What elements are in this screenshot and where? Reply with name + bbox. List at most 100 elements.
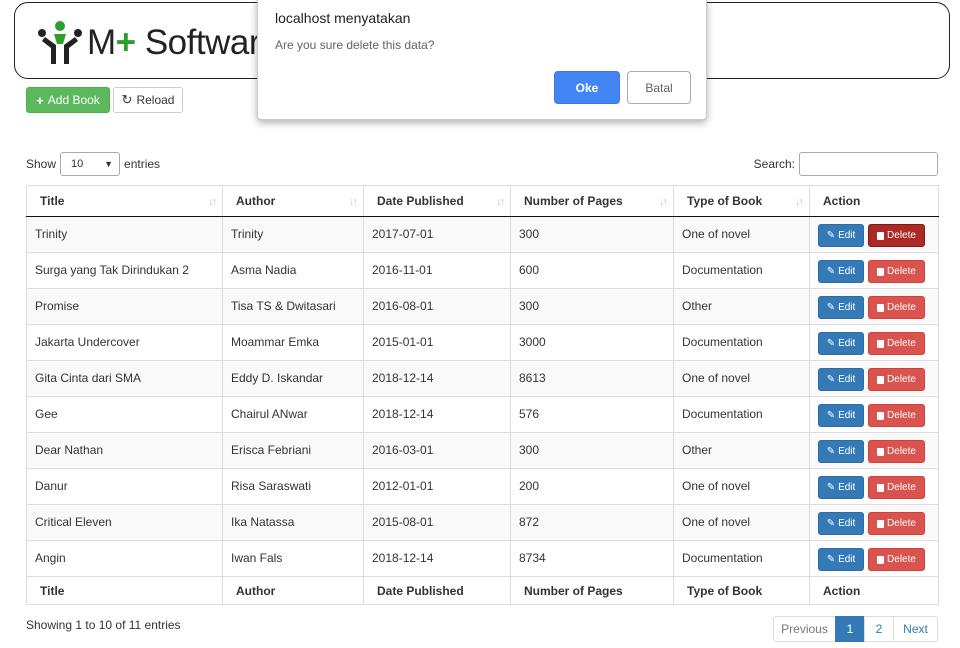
cell-type-of-book: One of novel: [673, 504, 810, 541]
search-input[interactable]: [799, 152, 938, 176]
cell-date-published: 2018-12-14: [363, 396, 511, 433]
cell-title: Danur: [26, 468, 223, 505]
cell-author: Erisca Febriani: [222, 432, 364, 469]
delete-button[interactable]: Delete: [868, 476, 925, 499]
dropdown-arrow-icon: ▼: [104, 159, 114, 169]
col-header-title[interactable]: Title ↓↑: [26, 185, 223, 217]
table-footer-row: Title Author Date Published Number of Pa…: [26, 576, 939, 605]
reload-label: Reload: [136, 93, 175, 107]
delete-button[interactable]: Delete: [868, 332, 925, 355]
dialog-cancel-button[interactable]: Batal: [627, 71, 691, 104]
col-header-type-of-book[interactable]: Type of Book ↓↑: [673, 185, 810, 217]
cell-author: Asma Nadia: [222, 252, 364, 289]
sort-icon: ↓↑: [795, 196, 804, 208]
cell-title: Jakarta Undercover: [26, 324, 223, 361]
page-1-button[interactable]: 1: [835, 616, 865, 642]
delete-button[interactable]: Delete: [868, 512, 925, 535]
delete-label: Delete: [887, 446, 916, 457]
trash-icon: [877, 555, 885, 564]
trash-icon: [877, 483, 885, 492]
cell-number-of-pages: 200: [510, 468, 674, 505]
edit-button[interactable]: ✎ Edit: [818, 404, 864, 427]
cell-author: Eddy D. Iskandar: [222, 360, 364, 397]
dialog-ok-button[interactable]: Oke: [554, 71, 620, 104]
delete-button[interactable]: Delete: [868, 548, 925, 571]
cell-title: Dear Nathan: [26, 432, 223, 469]
cell-date-published: 2018-12-14: [363, 360, 511, 397]
cell-author: Chairul ANwar: [222, 396, 364, 433]
cell-type-of-book: Documentation: [673, 324, 810, 361]
next-page-button[interactable]: Next: [893, 616, 938, 642]
cell-title: Angin: [26, 540, 223, 577]
cell-title: Promise: [26, 288, 223, 325]
cell-date-published: 2015-08-01: [363, 504, 511, 541]
delete-button[interactable]: Delete: [868, 260, 925, 283]
plus-icon: +: [36, 92, 44, 108]
col-header-author[interactable]: Author ↓↑: [222, 185, 364, 217]
pencil-icon: ✎: [826, 554, 836, 565]
col-header-number-of-pages[interactable]: Number of Pages ↓↑: [510, 185, 674, 217]
previous-page-button[interactable]: Previous: [773, 616, 836, 642]
sort-icon: ↓↑: [496, 196, 505, 208]
delete-label: Delete: [887, 410, 916, 421]
edit-label: Edit: [838, 338, 856, 349]
table-row: Surga yang Tak Dirindukan 2 Asma Nadia 201…: [26, 252, 939, 289]
edit-button[interactable]: ✎ Edit: [818, 476, 864, 499]
footer-title: Title: [26, 576, 223, 605]
col-header-date-published[interactable]: Date Published ↓↑: [363, 185, 511, 217]
refresh-icon: ↻: [121, 92, 133, 107]
cell-author: Trinity: [222, 216, 364, 253]
edit-button[interactable]: ✎ Edit: [818, 368, 864, 391]
search-label: Search:: [753, 157, 795, 171]
delete-button[interactable]: Delete: [868, 440, 925, 463]
edit-button[interactable]: ✎ Edit: [818, 548, 864, 571]
pagination: Previous 1 2 Next: [773, 616, 938, 642]
edit-label: Edit: [838, 482, 856, 493]
entries-select[interactable]: 10 ▼: [60, 152, 121, 176]
edit-label: Edit: [838, 302, 856, 313]
edit-button[interactable]: ✎ Edit: [818, 440, 864, 463]
delete-button[interactable]: Delete: [868, 224, 925, 247]
table-row: Promise Tisa TS & Dwitasari 2016-08-01 300 O…: [26, 288, 939, 325]
cell-author: Iwan Fals: [222, 540, 364, 577]
pencil-icon: ✎: [826, 446, 836, 457]
cell-action: ✎ Edit Delete: [809, 396, 939, 433]
delete-button[interactable]: Delete: [868, 296, 925, 319]
logo-people-icon: [38, 21, 82, 64]
delete-label: Delete: [887, 374, 916, 385]
edit-button[interactable]: ✎ Edit: [818, 296, 864, 319]
page-2-button[interactable]: 2: [864, 616, 894, 642]
edit-button[interactable]: ✎ Edit: [818, 512, 864, 535]
brand-name: M+ Software: [87, 23, 279, 62]
table-row: Jakarta Undercover Moammar Emka 2015-01-01…: [26, 324, 939, 361]
cell-action: ✎ Edit Delete: [809, 468, 939, 505]
entries-label: entries: [124, 157, 161, 171]
search-box: Search:: [754, 152, 938, 176]
cell-date-published: 2017-07-01: [363, 216, 511, 253]
cell-date-published: 2015-01-01: [363, 324, 511, 361]
delete-label: Delete: [887, 482, 916, 493]
cell-number-of-pages: 600: [510, 252, 674, 289]
trash-icon: [877, 519, 885, 528]
delete-button[interactable]: Delete: [868, 368, 925, 391]
edit-button[interactable]: ✎ Edit: [818, 224, 864, 247]
cell-action: ✎ Edit Delete: [809, 540, 939, 577]
cell-action: ✎ Edit Delete: [809, 252, 939, 289]
delete-label: Delete: [887, 518, 916, 529]
cell-type-of-book: One of novel: [673, 216, 810, 253]
cell-date-published: 2016-11-01: [363, 252, 511, 289]
cell-number-of-pages: 8734: [510, 540, 674, 577]
cell-date-published: 2016-08-01: [363, 288, 511, 325]
show-label: Show: [26, 157, 57, 171]
table-row: Dear Nathan Erisca Febriani 2016-03-01 300 O…: [26, 432, 939, 469]
add-book-button[interactable]: + Add Book: [26, 87, 110, 113]
edit-button[interactable]: ✎ Edit: [818, 332, 864, 355]
table-row: Angin Iwan Fals 2018-12-14 8734 Documentatio…: [26, 540, 939, 577]
edit-label: Edit: [838, 554, 856, 565]
delete-label: Delete: [887, 302, 916, 313]
reload-button[interactable]: ↻ Reload: [113, 87, 183, 113]
delete-button[interactable]: Delete: [868, 404, 925, 427]
edit-button[interactable]: ✎ Edit: [818, 260, 864, 283]
cell-action: ✎ Edit Delete: [809, 432, 939, 469]
cell-number-of-pages: 300: [510, 288, 674, 325]
